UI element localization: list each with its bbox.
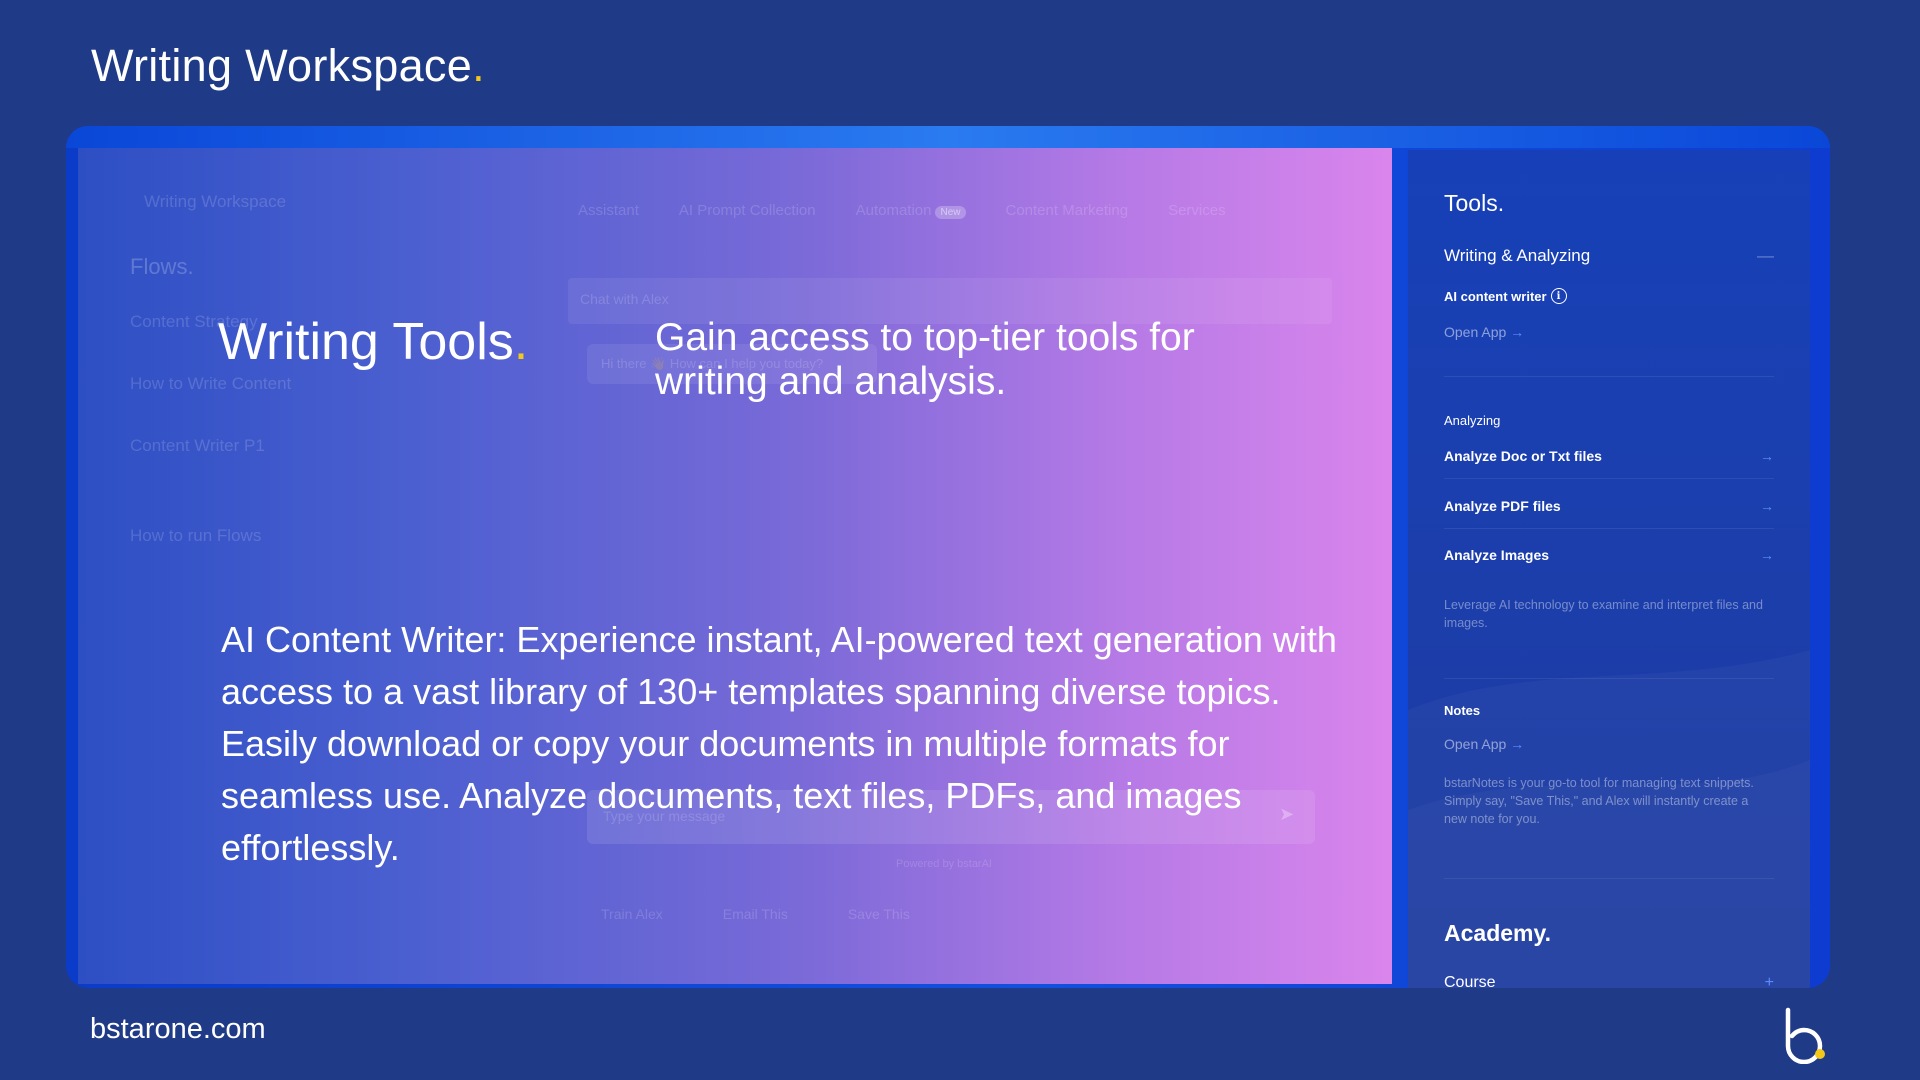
assistant-tabs: Assistant AI Prompt Collection Automatio… [578, 202, 1226, 219]
new-badge: New [935, 206, 966, 219]
chat-actions: Train Alex Email This Save This [601, 906, 910, 922]
page-title: Writing Workspace. [91, 40, 485, 91]
notes-description: bstarNotes is your go-to tool for managi… [1444, 776, 1754, 826]
writing-tools-title: Writing Tools. [218, 313, 529, 371]
feature-description: AI Content Writer: Experience instant, A… [221, 619, 1337, 868]
notes-label: Notes [1444, 703, 1481, 718]
divider [1444, 678, 1774, 679]
flows-heading: Flows. [130, 254, 194, 279]
academy-heading: Academy. [1444, 920, 1551, 946]
tools-heading: Tools. [1444, 190, 1505, 216]
flow-item-how-to-write-content[interactable]: How to Write Content [130, 374, 291, 394]
arrow-right-icon: → [1760, 448, 1774, 464]
section-writing-analyzing[interactable]: Writing & Analyzing — [1444, 246, 1774, 266]
title-accent-dot: . [472, 40, 485, 91]
tab-ai-prompt-collection[interactable]: AI Prompt Collection [679, 202, 816, 219]
tab-services[interactable]: Services [1168, 202, 1226, 219]
open-app-link-writer[interactable]: Open App → [1444, 324, 1524, 340]
open-app-link-notes[interactable]: Open App → [1444, 736, 1524, 752]
tab-automation[interactable]: Automation New [856, 202, 966, 219]
analyze-images-item[interactable]: Analyze Images → [1444, 547, 1774, 577]
analyze-description: Leverage AI technology to examine and in… [1444, 598, 1763, 630]
app-main-area: Writing Workspace Flows. Content Strateg… [78, 148, 1392, 984]
workspace-breadcrumb[interactable]: Writing Workspace [144, 192, 286, 212]
ai-content-writer-label: AI content writer i [1444, 288, 1567, 304]
analyze-pdf-item[interactable]: Analyze PDF files → [1444, 498, 1774, 529]
arrow-right-icon: → [1760, 547, 1774, 563]
analyzing-label: Analyzing [1444, 413, 1501, 428]
footer-url[interactable]: bstarone.com [90, 1013, 266, 1046]
course-item[interactable]: Course + [1444, 974, 1774, 988]
frame-top-glow [66, 126, 1830, 148]
bstar-logo-icon [1785, 1007, 1825, 1064]
writing-tools-accent-dot: . [513, 313, 529, 371]
arrow-right-icon: → [1760, 498, 1774, 514]
save-this-button[interactable]: Save This [848, 906, 910, 922]
expand-icon[interactable]: + [1765, 974, 1774, 988]
email-this-button[interactable]: Email This [723, 906, 788, 922]
divider [1444, 878, 1774, 879]
screenshot-frame: Writing Workspace Flows. Content Strateg… [66, 126, 1830, 988]
analyze-doc-txt-item[interactable]: Analyze Doc or Txt files → [1444, 448, 1774, 479]
train-alex-button[interactable]: Train Alex [601, 906, 663, 922]
tab-assistant[interactable]: Assistant [578, 202, 639, 219]
info-icon[interactable]: i [1550, 288, 1567, 304]
flow-item-content-writer-p1[interactable]: Content Writer P1 [130, 436, 265, 456]
tagline: Gain access to top-tier tools for writin… [655, 316, 1195, 403]
arrow-right-icon: → [1510, 736, 1525, 752]
collapse-icon[interactable]: — [1757, 246, 1774, 266]
tools-sidebar: Tools. Writing & Analyzing — AI content … [1408, 150, 1810, 988]
tab-content-marketing[interactable]: Content Marketing [1006, 202, 1129, 219]
divider [1444, 376, 1774, 377]
flow-item-how-to-run-flows[interactable]: How to run Flows [130, 526, 261, 546]
arrow-right-icon: → [1510, 324, 1525, 340]
